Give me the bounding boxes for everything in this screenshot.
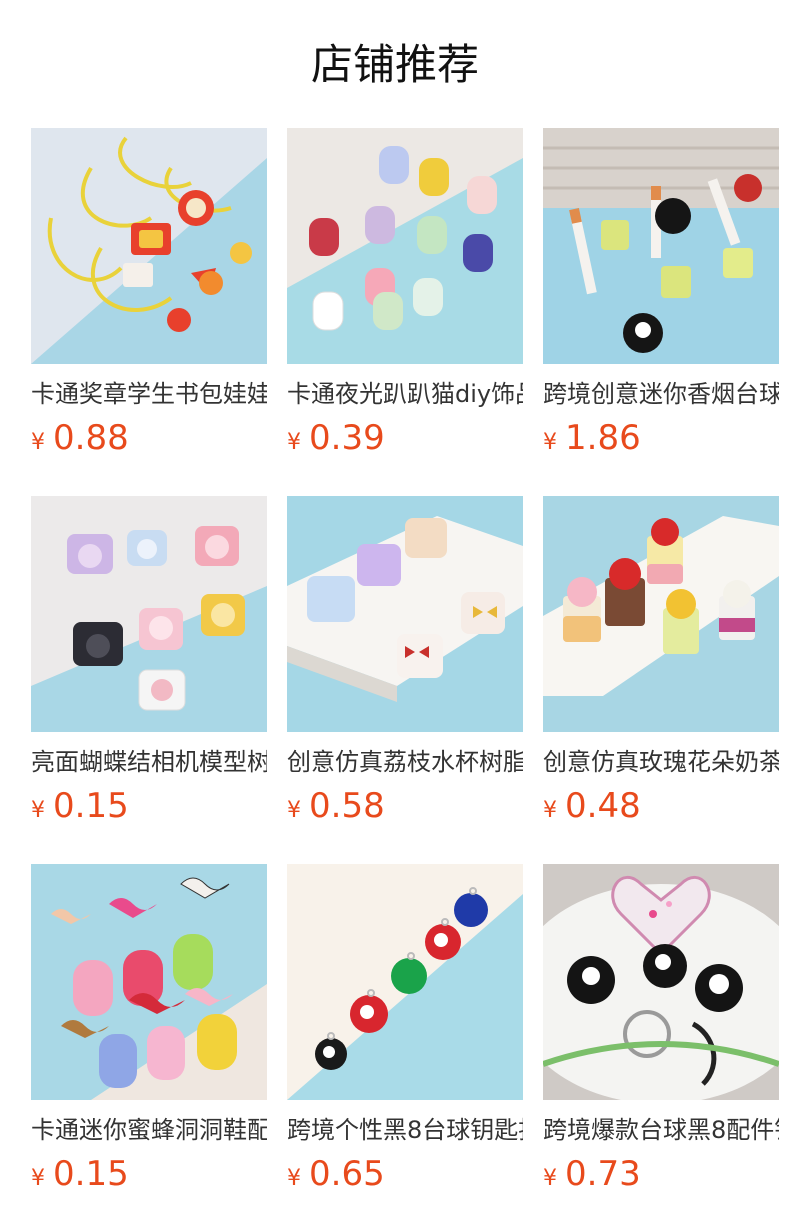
price-row: ¥0.39 (287, 414, 523, 462)
product-image[interactable] (31, 864, 267, 1100)
currency-symbol: ¥ (31, 430, 45, 455)
product-price: 0.15 (53, 1154, 129, 1194)
product-name[interactable]: 卡通迷你蜜蜂洞洞鞋配件 (31, 1112, 267, 1148)
currency-symbol: ¥ (287, 1166, 301, 1191)
price-row: ¥0.15 (31, 1150, 267, 1198)
product-price: 1.86 (565, 418, 641, 458)
product-name[interactable]: 卡通夜光趴趴猫diy饰品配件 (287, 376, 523, 412)
price-row: ¥0.65 (287, 1150, 523, 1198)
product-card[interactable]: 跨境个性黑8台球钥匙扣挂件 ¥0.65 (287, 864, 523, 1198)
product-name[interactable]: 创意仿真玫瑰花朵奶茶杯配件 (543, 744, 779, 780)
product-image[interactable] (543, 496, 779, 732)
product-card[interactable]: 卡通奖章学生书包娃娃挂件 ¥0.88 (31, 128, 267, 462)
product-card[interactable]: 跨境创意迷你香烟台球钥匙扣 ¥1.86 (543, 128, 779, 462)
product-price: 0.39 (309, 418, 385, 458)
product-name[interactable]: 亮面蝴蝶结相机模型树脂配件 (31, 744, 267, 780)
product-card[interactable]: 跨境爆款台球黑8配件钥匙扣 ¥0.73 (543, 864, 779, 1198)
product-image[interactable] (31, 496, 267, 732)
price-row: ¥0.58 (287, 782, 523, 830)
product-image[interactable] (31, 128, 267, 364)
product-image[interactable] (287, 864, 523, 1100)
page-title: 店铺推荐 (310, 40, 479, 89)
product-image[interactable] (287, 496, 523, 732)
product-price: 0.58 (309, 786, 385, 826)
product-image[interactable] (543, 864, 779, 1100)
product-price: 0.48 (565, 786, 641, 826)
price-row: ¥0.73 (543, 1150, 779, 1198)
product-name[interactable]: 卡通奖章学生书包娃娃挂件 (31, 376, 267, 412)
currency-symbol: ¥ (543, 1166, 557, 1191)
price-row: ¥0.48 (543, 782, 779, 830)
currency-symbol: ¥ (543, 430, 557, 455)
product-card[interactable]: 卡通夜光趴趴猫diy饰品配件 ¥0.39 (287, 128, 523, 462)
currency-symbol: ¥ (31, 1166, 45, 1191)
product-card[interactable]: 亮面蝴蝶结相机模型树脂配件 ¥0.15 (31, 496, 267, 830)
product-name[interactable]: 创意仿真荔枝水杯树脂配件 (287, 744, 523, 780)
currency-symbol: ¥ (31, 798, 45, 823)
price-row: ¥1.86 (543, 414, 779, 462)
currency-symbol: ¥ (287, 430, 301, 455)
product-price: 0.73 (565, 1154, 641, 1194)
product-card[interactable]: 创意仿真荔枝水杯树脂配件 ¥0.58 (287, 496, 523, 830)
product-price: 0.88 (53, 418, 129, 458)
product-price: 0.65 (309, 1154, 385, 1194)
product-card[interactable]: 创意仿真玫瑰花朵奶茶杯配件 ¥0.48 (543, 496, 779, 830)
product-price: 0.15 (53, 786, 129, 826)
price-row: ¥0.88 (31, 414, 267, 462)
product-image[interactable] (543, 128, 779, 364)
price-row: ¥0.15 (31, 782, 267, 830)
product-name[interactable]: 跨境创意迷你香烟台球钥匙扣 (543, 376, 779, 412)
product-name[interactable]: 跨境个性黑8台球钥匙扣挂件 (287, 1112, 523, 1148)
currency-symbol: ¥ (543, 798, 557, 823)
product-name[interactable]: 跨境爆款台球黑8配件钥匙扣 (543, 1112, 779, 1148)
currency-symbol: ¥ (287, 798, 301, 823)
product-card[interactable]: 卡通迷你蜜蜂洞洞鞋配件 ¥0.15 (31, 864, 267, 1198)
product-image[interactable] (287, 128, 523, 364)
